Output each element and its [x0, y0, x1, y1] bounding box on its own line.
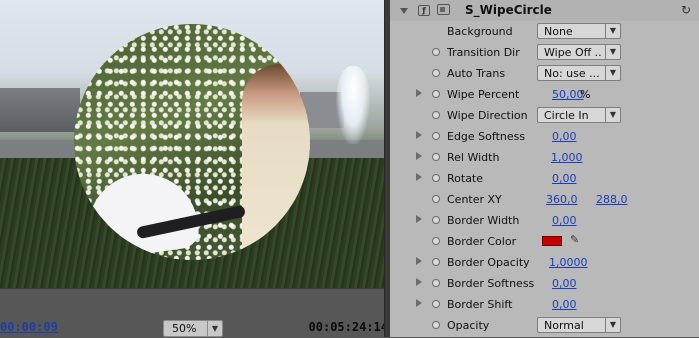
dropdown-value: Circle In — [544, 109, 589, 122]
chevron-down-icon[interactable]: ▼ — [605, 66, 620, 80]
stopwatch-icon[interactable] — [432, 132, 440, 140]
video-preview[interactable] — [0, 0, 384, 288]
effect-header[interactable]: ƒ S_WipeCircle ↻ — [390, 0, 699, 21]
param-label: Border Color — [447, 235, 517, 248]
param-label: Rotate — [447, 172, 484, 185]
stopwatch-icon[interactable] — [432, 237, 440, 245]
param-label: Center XY — [447, 193, 502, 206]
circle-wipe-region — [74, 24, 310, 260]
expand-triangle-icon[interactable] — [416, 257, 422, 265]
param-row-border-width: Border Width 0,00 — [390, 210, 699, 231]
param-row-border-shift: Border Shift 0,00 — [390, 294, 699, 315]
param-label: Auto Trans — [447, 67, 506, 80]
stopwatch-icon[interactable] — [432, 321, 440, 329]
stopwatch-icon[interactable] — [432, 300, 440, 308]
param-row-center-xy: Center XY 360,0 288,0 — [390, 189, 699, 210]
rel-width-value[interactable]: 1,000 — [551, 151, 583, 164]
param-row-transition-dir: Transition Dir Wipe Off ... ▼ — [390, 42, 699, 63]
woman-figure — [242, 64, 310, 260]
param-row-opacity: Opacity Normal ▼ — [390, 315, 699, 336]
stopwatch-icon[interactable] — [432, 90, 440, 98]
expand-triangle-icon[interactable] — [416, 173, 422, 181]
param-row-border-color: Border Color ✎ — [390, 231, 699, 252]
effect-name: S_WipeCircle — [465, 3, 552, 17]
center-x-value[interactable]: 360,0 — [546, 193, 578, 206]
stopwatch-icon[interactable] — [432, 279, 440, 287]
expand-triangle-icon[interactable] — [416, 215, 422, 223]
dropdown-value: None — [544, 25, 573, 38]
filmstrip-icon — [437, 4, 450, 15]
param-row-rel-width: Rel Width 1,000 — [390, 147, 699, 168]
param-label: Rel Width — [447, 151, 500, 164]
dropdown-value: No: use ... — [544, 67, 600, 80]
param-row-edge-softness: Edge Softness 0,00 — [390, 126, 699, 147]
chevron-down-icon[interactable]: ▼ — [605, 108, 620, 122]
dropdown-value: Normal — [544, 319, 584, 332]
stroller-canopy — [80, 166, 202, 260]
param-label: Background — [447, 25, 513, 38]
stopwatch-icon[interactable] — [432, 216, 440, 224]
transition-dir-dropdown[interactable]: Wipe Off ... ▼ — [537, 44, 621, 60]
zoom-dropdown[interactable]: 50% ▼ — [163, 320, 223, 337]
param-label: Border Shift — [447, 298, 513, 311]
border-softness-value[interactable]: 0,00 — [552, 277, 577, 290]
wipe-percent-value[interactable]: 50,00 — [552, 88, 584, 101]
chevron-down-icon[interactable]: ▼ — [207, 321, 222, 336]
param-label: Edge Softness — [447, 130, 526, 143]
rotate-value[interactable]: 0,00 — [552, 172, 577, 185]
param-row-border-opacity: Border Opacity 1,0000 — [390, 252, 699, 273]
border-color-swatch[interactable] — [542, 236, 562, 246]
param-row-rotate: Rotate 0,00 — [390, 168, 699, 189]
stopwatch-icon[interactable] — [432, 174, 440, 182]
stopwatch-icon[interactable] — [432, 153, 440, 161]
expand-triangle-icon[interactable] — [416, 152, 422, 160]
param-label: Border Width — [447, 214, 520, 227]
background-fountain — [336, 66, 370, 144]
expand-triangle-icon[interactable] — [416, 89, 422, 97]
fx-toggle-icon[interactable]: ƒ — [418, 5, 430, 16]
chevron-down-icon[interactable]: ▼ — [605, 24, 620, 38]
param-label: Wipe Percent — [447, 88, 520, 101]
program-monitor: 00:00:09 50% ▼ 00:05:24:14 — [0, 0, 388, 338]
border-opacity-value[interactable]: 1,0000 — [549, 256, 588, 269]
param-label: Border Opacity — [447, 256, 530, 269]
param-label: Wipe Direction — [447, 109, 528, 122]
percent-unit: % — [580, 88, 591, 101]
effect-controls-panel: ƒ S_WipeCircle ↻ Background None ▼ Transi… — [390, 0, 699, 337]
edge-softness-value[interactable]: 0,00 — [552, 130, 577, 143]
center-y-value[interactable]: 288,0 — [596, 193, 628, 206]
param-row-background: Background None ▼ — [390, 21, 699, 42]
param-row-auto-trans: Auto Trans No: use ... ▼ — [390, 63, 699, 84]
param-row-wipe-direction: Wipe Direction Circle In ▼ — [390, 105, 699, 126]
expand-triangle-icon[interactable] — [416, 131, 422, 139]
param-label: Opacity — [447, 319, 490, 332]
chevron-down-icon[interactable]: ▼ — [605, 318, 620, 332]
dropdown-value: Wipe Off ... — [544, 46, 602, 59]
stopwatch-icon[interactable] — [432, 111, 440, 119]
border-shift-value[interactable]: 0,00 — [552, 298, 577, 311]
expand-triangle-icon[interactable] — [416, 299, 422, 307]
border-width-value[interactable]: 0,00 — [552, 214, 577, 227]
param-label: Transition Dir — [447, 46, 520, 59]
param-row-wipe-percent: Wipe Percent 50,00 % — [390, 84, 699, 105]
eyedropper-icon[interactable]: ✎ — [570, 233, 579, 246]
auto-trans-dropdown[interactable]: No: use ... ▼ — [537, 65, 621, 81]
zoom-value: 50% — [172, 322, 197, 335]
param-row-border-softness: Border Softness 0,00 — [390, 273, 699, 294]
expand-triangle-icon[interactable] — [400, 8, 408, 14]
background-dropdown[interactable]: None ▼ — [537, 23, 621, 39]
param-label: Border Softness — [447, 277, 535, 290]
current-timecode[interactable]: 00:00:09 — [0, 320, 58, 334]
wipe-direction-dropdown[interactable]: Circle In ▼ — [537, 107, 621, 123]
stopwatch-icon[interactable] — [432, 195, 440, 203]
duration-timecode: 00:05:24:14 — [308, 320, 388, 334]
stopwatch-icon[interactable] — [432, 258, 440, 266]
expand-triangle-icon[interactable] — [416, 278, 422, 286]
stopwatch-icon[interactable] — [432, 69, 440, 77]
opacity-dropdown[interactable]: Normal ▼ — [537, 317, 621, 333]
chevron-down-icon[interactable]: ▼ — [605, 45, 620, 59]
stopwatch-icon[interactable] — [432, 48, 440, 56]
reset-icon[interactable]: ↻ — [681, 3, 691, 17]
background-building — [0, 88, 80, 132]
